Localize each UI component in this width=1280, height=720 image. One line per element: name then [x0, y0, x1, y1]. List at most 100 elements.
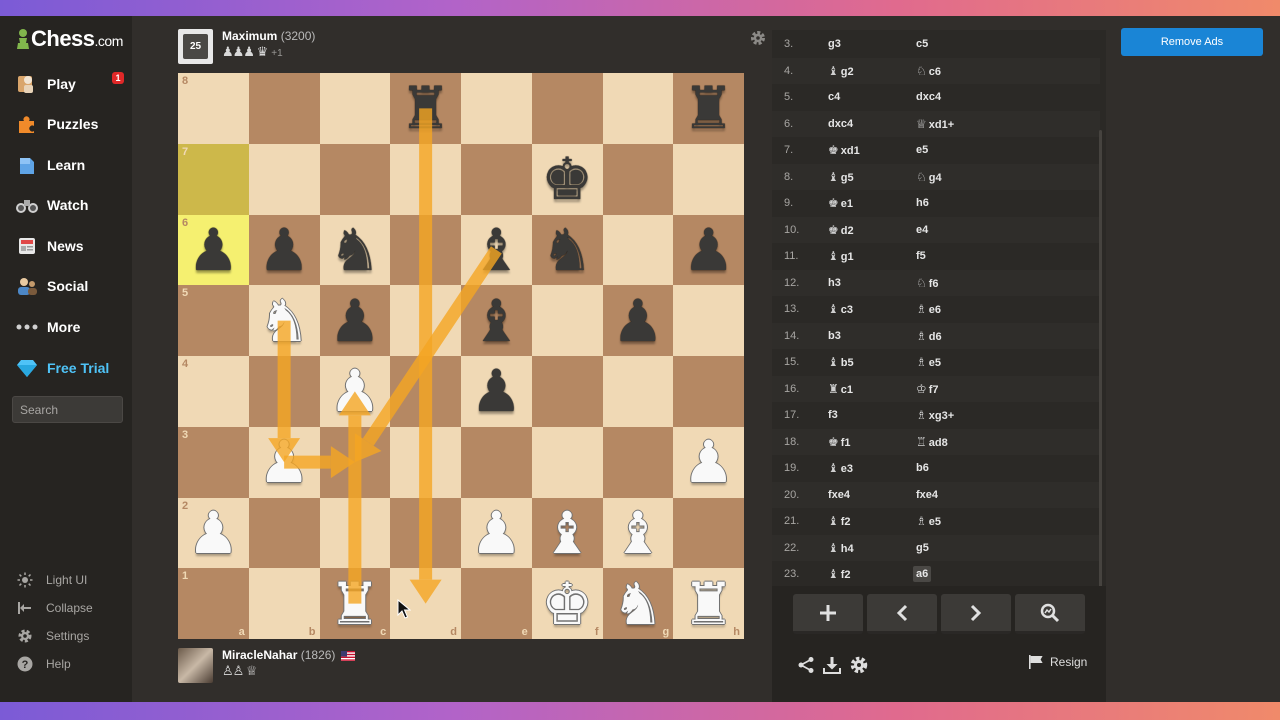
- black-move[interactable]: e4: [916, 224, 928, 236]
- white-piece-g1[interactable]: ♞: [603, 568, 674, 639]
- white-move[interactable]: h3: [828, 277, 841, 289]
- chess-board[interactable]: 8 7 6 5 4 3 2 1 a b c d e f g h ♜ ♜ ♚ ♟ ♟ ♞ ♝ ♞ ♟ ♞ ♟ ♝ ♟ ♟ ♟ ♟ ♟ ♟ ♟ ♝ ♝ ♜ ♚ ♞…: [178, 73, 744, 639]
- black-move[interactable]: ♗ e5: [916, 514, 941, 528]
- black-move[interactable]: g5: [916, 542, 929, 554]
- white-move[interactable]: ♚ f1: [828, 435, 851, 449]
- move-list-scrollbar[interactable]: [1099, 130, 1102, 586]
- bottom-player-name[interactable]: MiracleNahar: [222, 648, 297, 662]
- white-move[interactable]: ♝ b5: [828, 355, 854, 369]
- black-move[interactable]: e5: [916, 144, 928, 156]
- square-b4[interactable]: [248, 356, 320, 427]
- square-e1[interactable]: e: [461, 568, 532, 639]
- white-move[interactable]: ♚ xd1: [828, 143, 860, 157]
- resign-button[interactable]: Resign: [1028, 655, 1087, 669]
- white-piece-e2[interactable]: ♟: [461, 498, 532, 569]
- white-piece-b5[interactable]: ♞: [249, 285, 320, 356]
- collapse-button[interactable]: Collapse: [16, 597, 93, 619]
- engine-avatar[interactable]: 25: [178, 29, 213, 64]
- light-ui-button[interactable]: Light UI: [16, 569, 87, 591]
- square-e3[interactable]: [461, 426, 532, 498]
- next-move-button[interactable]: [941, 594, 1011, 634]
- white-piece-c1[interactable]: ♜: [320, 568, 391, 639]
- white-move[interactable]: ♝ g2: [828, 64, 854, 78]
- square-a3[interactable]: 3: [178, 426, 249, 498]
- square-b1[interactable]: b: [248, 568, 320, 639]
- black-piece-b6[interactable]: ♟: [249, 215, 320, 286]
- current-move[interactable]: a6: [913, 566, 932, 583]
- square-c7[interactable]: [319, 143, 391, 215]
- square-c8[interactable]: [319, 73, 391, 144]
- black-move[interactable]: h6: [916, 197, 929, 209]
- white-piece-h3[interactable]: ♟: [673, 427, 744, 498]
- nav-social[interactable]: Social: [14, 269, 130, 303]
- black-piece-h8[interactable]: ♜: [673, 73, 744, 144]
- black-piece-e4[interactable]: ♟: [461, 356, 532, 427]
- black-move[interactable]: ♘ g4: [916, 170, 942, 184]
- nav-learn[interactable]: Learn: [14, 148, 130, 182]
- white-move[interactable]: ♚ e1: [828, 196, 853, 210]
- white-move[interactable]: ♝ f2: [828, 514, 851, 528]
- player-avatar[interactable]: [178, 648, 213, 683]
- black-piece-h6[interactable]: ♟: [673, 215, 744, 286]
- square-d6[interactable]: [390, 214, 461, 286]
- white-move[interactable]: ♝ g1: [828, 249, 854, 263]
- white-move[interactable]: c4: [828, 91, 840, 103]
- black-piece-e6[interactable]: ♝: [461, 215, 532, 286]
- black-piece-c5[interactable]: ♟: [320, 285, 391, 356]
- black-move[interactable]: f5: [916, 250, 926, 262]
- black-piece-c6[interactable]: ♞: [320, 215, 391, 286]
- chess-com-logo[interactable]: Chess.com: [16, 26, 123, 52]
- black-piece-e5[interactable]: ♝: [461, 285, 532, 356]
- square-a7[interactable]: 7: [178, 143, 249, 215]
- white-piece-h1[interactable]: ♜: [673, 568, 744, 639]
- square-g7[interactable]: [602, 143, 674, 215]
- black-piece-a6[interactable]: ♟: [178, 215, 249, 286]
- square-h2[interactable]: [673, 497, 744, 569]
- add-button[interactable]: [793, 594, 863, 634]
- square-g3[interactable]: [602, 426, 674, 498]
- square-g8[interactable]: [602, 73, 674, 144]
- black-piece-d8[interactable]: ♜: [390, 73, 461, 144]
- white-move[interactable]: ♝ g5: [828, 170, 854, 184]
- square-a5[interactable]: 5: [178, 285, 249, 356]
- square-e8[interactable]: [461, 73, 532, 144]
- share-icon[interactable]: [797, 656, 815, 674]
- nav-more[interactable]: More: [14, 310, 130, 344]
- white-move[interactable]: g3: [828, 38, 841, 50]
- settings-gear-icon[interactable]: [850, 656, 868, 674]
- black-piece-f6[interactable]: ♞: [532, 215, 603, 286]
- analysis-button[interactable]: [1015, 594, 1085, 634]
- square-h4[interactable]: [673, 356, 744, 427]
- square-f4[interactable]: [531, 356, 603, 427]
- board-settings-gear-icon[interactable]: [750, 30, 766, 46]
- white-move[interactable]: dxc4: [828, 118, 853, 130]
- square-d7[interactable]: [390, 143, 461, 215]
- black-move[interactable]: ♗ xg3+: [916, 408, 954, 422]
- white-move[interactable]: f3: [828, 409, 838, 421]
- white-piece-c4[interactable]: ♟: [320, 356, 391, 427]
- square-a4[interactable]: 4: [178, 356, 249, 427]
- nav-puzzles[interactable]: Puzzles: [14, 107, 130, 141]
- search-input[interactable]: [12, 396, 123, 423]
- white-move[interactable]: ♝ c3: [828, 302, 853, 316]
- white-piece-g2[interactable]: ♝: [603, 498, 674, 569]
- nav-watch[interactable]: Watch: [14, 188, 130, 222]
- square-h5[interactable]: [673, 285, 744, 356]
- square-c3[interactable]: [319, 426, 391, 498]
- nav-play[interactable]: Play 1: [14, 67, 130, 101]
- black-move[interactable]: dxc4: [916, 91, 941, 103]
- white-piece-f2[interactable]: ♝: [532, 498, 603, 569]
- previous-move-button[interactable]: [867, 594, 937, 634]
- download-icon[interactable]: [823, 656, 841, 674]
- remove-ads-button[interactable]: Remove Ads: [1121, 28, 1263, 56]
- square-a1[interactable]: 1a: [178, 568, 249, 639]
- square-b8[interactable]: [248, 73, 320, 144]
- square-e7[interactable]: [461, 143, 532, 215]
- square-d4[interactable]: [390, 356, 461, 427]
- black-move[interactable]: ♕ xd1+: [916, 117, 954, 131]
- black-move[interactable]: c5: [916, 38, 928, 50]
- square-a8[interactable]: 8: [178, 73, 249, 144]
- nav-news[interactable]: News: [14, 229, 130, 263]
- top-player-name[interactable]: Maximum: [222, 29, 277, 43]
- black-move[interactable]: ♗ d6: [916, 329, 942, 343]
